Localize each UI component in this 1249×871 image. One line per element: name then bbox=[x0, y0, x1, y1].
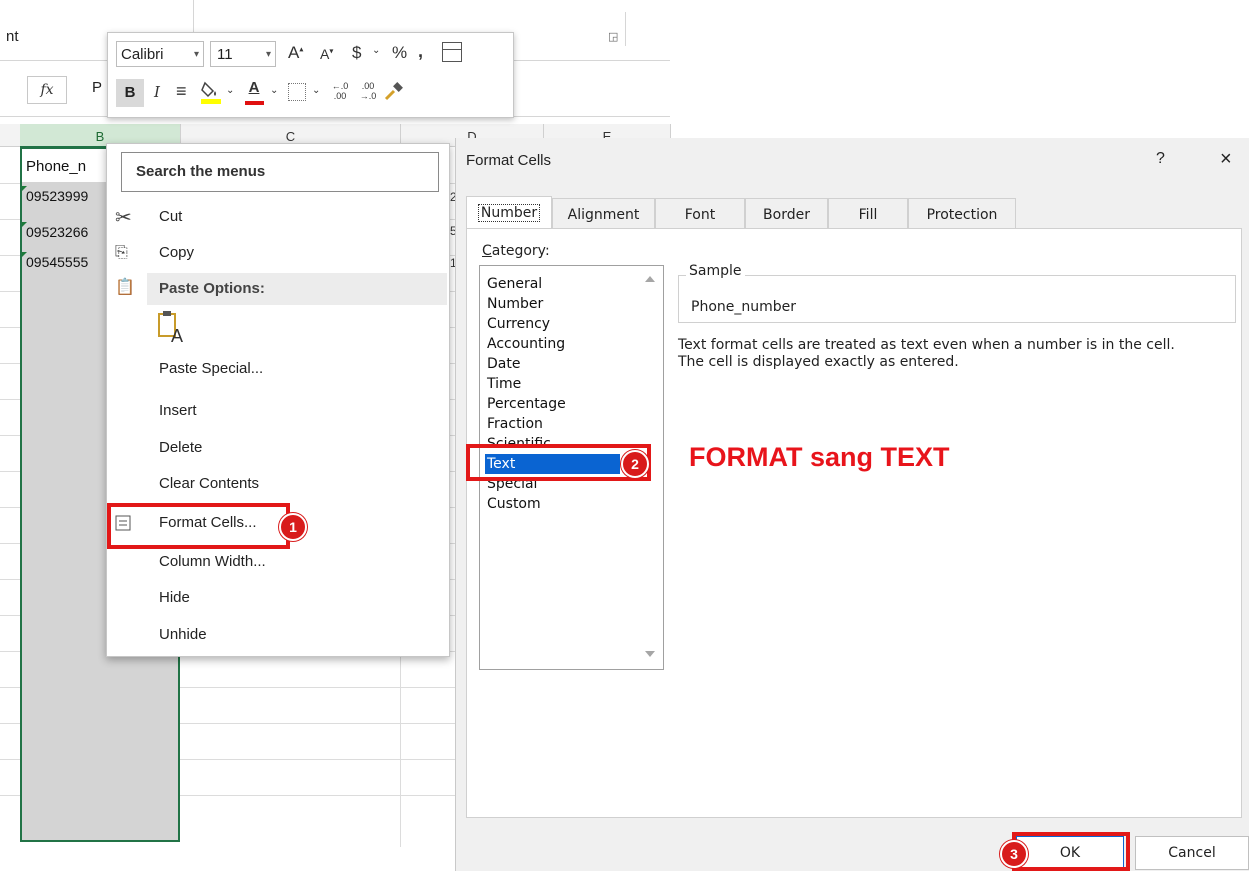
align-center-icon[interactable]: ≡ bbox=[176, 81, 187, 102]
borders-icon[interactable] bbox=[288, 83, 306, 101]
menu-item-paste-special[interactable]: Paste Special... bbox=[159, 360, 263, 377]
menu-item-copy[interactable]: Copy bbox=[159, 244, 194, 261]
format-painter-icon[interactable] bbox=[384, 81, 406, 107]
close-icon[interactable]: × bbox=[1220, 148, 1232, 171]
svg-text:A: A bbox=[171, 326, 183, 344]
tab-number[interactable]: Number bbox=[466, 196, 552, 228]
currency-icon[interactable]: $ bbox=[352, 43, 361, 63]
increase-decimal-icon[interactable]: ←.0 .00 bbox=[328, 81, 352, 101]
ribbon-separator bbox=[625, 12, 626, 46]
category-label: Category: bbox=[482, 243, 550, 259]
callout-text: FORMAT sang TEXT bbox=[689, 442, 950, 472]
step-badge-3: 3 bbox=[1000, 840, 1028, 868]
list-item[interactable]: Percentage bbox=[485, 394, 620, 414]
chevron-down-icon[interactable]: ⌄ bbox=[312, 85, 320, 96]
italic-button[interactable]: I bbox=[154, 83, 160, 101]
chevron-down-icon[interactable]: ▾ bbox=[266, 42, 271, 68]
step-badge-1: 1 bbox=[279, 513, 307, 541]
list-item[interactable]: Fraction bbox=[485, 414, 620, 434]
format-cells-dialog: Format Cells ? × Number Alignment Font B… bbox=[455, 138, 1249, 871]
cell-b3[interactable]: 09523266 bbox=[26, 224, 108, 240]
highlight-format-cells bbox=[107, 503, 290, 549]
search-menus-input[interactable]: Search the menus bbox=[121, 152, 439, 192]
help-icon[interactable]: ? bbox=[1156, 150, 1165, 168]
list-item[interactable]: Number bbox=[485, 294, 620, 314]
scissors-icon: ✂ bbox=[115, 205, 132, 229]
tab-alignment[interactable]: Alignment bbox=[552, 198, 655, 228]
chevron-down-icon[interactable]: ⌄ bbox=[270, 85, 278, 96]
sample-value: Phone_number bbox=[691, 299, 797, 315]
tab-font[interactable]: Font bbox=[655, 198, 745, 228]
menu-item-hide[interactable]: Hide bbox=[159, 589, 190, 606]
dialog-title: Format Cells bbox=[466, 152, 552, 169]
decrease-decimal-icon[interactable]: .00 →.0 bbox=[356, 81, 380, 101]
tab-border[interactable]: Border bbox=[745, 198, 828, 228]
step-badge-2: 2 bbox=[621, 450, 649, 478]
dialog-launcher-icon[interactable]: ◲ bbox=[608, 30, 618, 43]
insert-function-button[interactable]: fx bbox=[27, 76, 67, 104]
menu-item-unhide[interactable]: Unhide bbox=[159, 626, 207, 643]
font-name-box[interactable]: Calibri ▾ bbox=[116, 41, 204, 67]
chevron-down-icon[interactable]: ▾ bbox=[194, 42, 199, 68]
clipboard-icon: 📋 bbox=[115, 277, 135, 296]
list-item[interactable]: Custom bbox=[485, 494, 620, 514]
list-item[interactable]: Accounting bbox=[485, 334, 620, 354]
cell-b1[interactable]: Phone_n bbox=[26, 158, 110, 175]
menu-item-column-width[interactable]: Column Width... bbox=[159, 553, 266, 570]
cell-b2[interactable]: 09523999 bbox=[26, 188, 108, 204]
tab-fill[interactable]: Fill bbox=[828, 198, 908, 228]
percent-icon[interactable]: % bbox=[392, 43, 407, 63]
list-item[interactable]: Date bbox=[485, 354, 620, 374]
font-color-icon[interactable]: A bbox=[244, 79, 264, 105]
context-menu: Search the menus ✂ Cut ⎘ Copy 📋 Paste Op… bbox=[106, 143, 450, 657]
grow-font-icon[interactable]: A▴ bbox=[288, 43, 303, 63]
formula-content[interactable]: P bbox=[92, 79, 102, 96]
scroll-up-icon[interactable] bbox=[645, 276, 655, 282]
list-item[interactable]: Currency bbox=[485, 314, 620, 334]
fill-color-icon[interactable] bbox=[200, 79, 222, 109]
format-description: Text format cells are treated as text ev… bbox=[678, 337, 1175, 370]
chevron-down-icon[interactable]: ⌄ bbox=[226, 85, 234, 96]
scroll-down-icon[interactable] bbox=[645, 651, 655, 657]
tab-protection[interactable]: Protection bbox=[908, 198, 1016, 228]
paste-text-icon[interactable]: A bbox=[157, 310, 187, 348]
cell-b4[interactable]: 09545555 bbox=[26, 254, 108, 270]
copy-icon: ⎘ bbox=[115, 242, 128, 261]
merge-center-icon[interactable] bbox=[442, 42, 462, 62]
comma-style-icon[interactable]: , bbox=[418, 41, 423, 62]
menu-item-cut[interactable]: Cut bbox=[159, 208, 182, 225]
number-tab-panel: Category: General Number Currency Accoun… bbox=[466, 228, 1242, 818]
menu-item-delete[interactable]: Delete bbox=[159, 439, 202, 456]
menu-item-clear-contents[interactable]: Clear Contents bbox=[159, 475, 259, 492]
bold-button[interactable]: B bbox=[116, 79, 144, 107]
menu-item-insert[interactable]: Insert bbox=[159, 402, 197, 419]
list-item[interactable]: Time bbox=[485, 374, 620, 394]
mini-toolbar: Calibri ▾ 11 ▾ A▴ A▾ $ ⌄ % , B I ≡ ⌄ A ⌄ ⌄… bbox=[107, 32, 514, 118]
paste-options-header: Paste Options: bbox=[147, 273, 447, 305]
shrink-font-icon[interactable]: A▾ bbox=[320, 46, 333, 62]
sample-label: Sample bbox=[686, 263, 745, 279]
highlight-ok-button bbox=[1012, 832, 1130, 871]
cancel-button[interactable]: Cancel bbox=[1135, 836, 1249, 870]
list-item[interactable]: General bbox=[485, 274, 620, 294]
chevron-down-icon[interactable]: ⌄ bbox=[372, 45, 380, 56]
font-size-box[interactable]: 11 ▾ bbox=[210, 41, 276, 67]
ribbon-group-label: nt bbox=[6, 28, 19, 45]
